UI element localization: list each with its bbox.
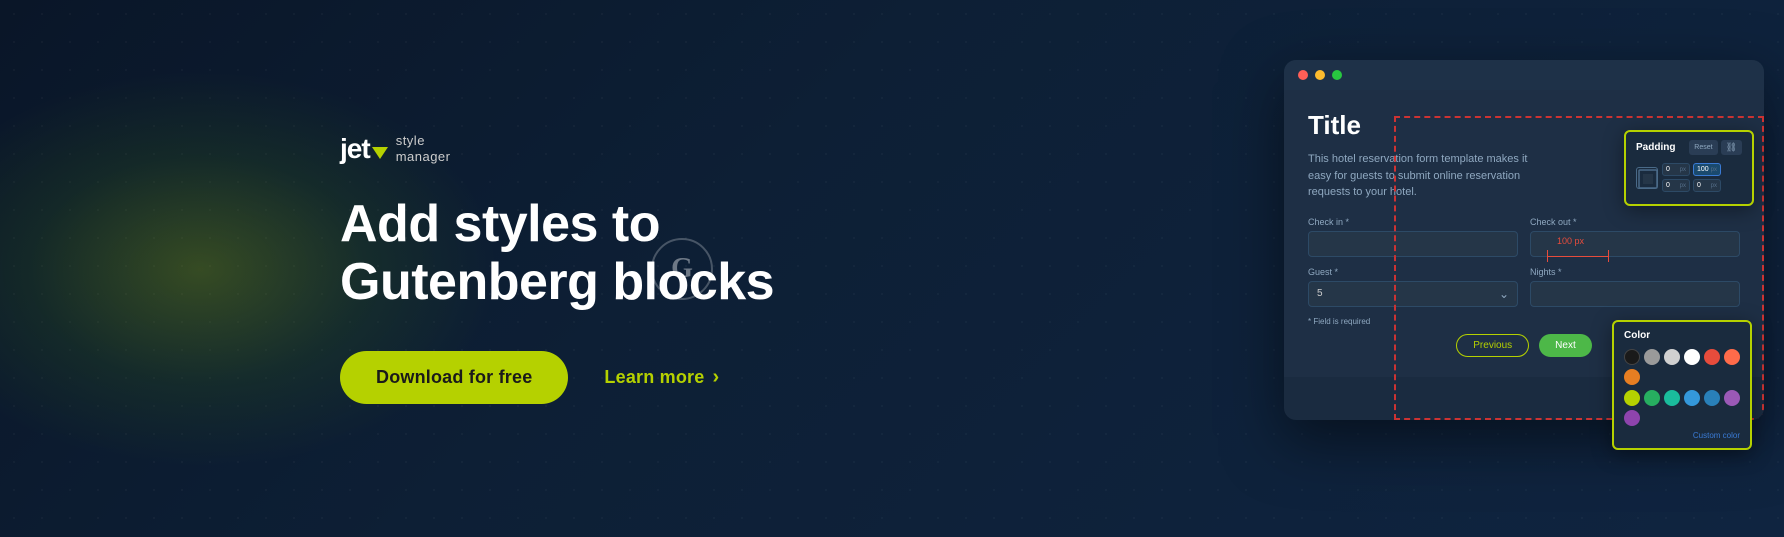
logo-arrow-icon [372,147,388,159]
guest-value: 5 [1317,288,1323,299]
learn-more-arrow: › [712,366,719,389]
swatch-light-purple[interactable] [1724,390,1740,406]
previous-button[interactable]: Previous [1456,334,1529,357]
padding-header: Padding Reset ⛓ [1636,140,1742,155]
form-group-checkin: Check in * [1308,217,1518,257]
guest-cursor-icon: ⌄ [1499,287,1509,301]
swatch-purple[interactable] [1624,410,1640,426]
checkin-input[interactable] [1308,231,1518,257]
padding-values: 0 px 100 px 0 px 0 px [1662,163,1742,192]
padding-bottom-input[interactable]: 0 px [1662,179,1690,192]
swatch-orange-red[interactable] [1724,349,1740,365]
swatch-gray[interactable] [1644,349,1660,365]
custom-color-link[interactable]: Custom color [1624,431,1740,440]
guest-label: Guest * [1308,267,1518,277]
guest-input[interactable]: 5 ⌄ [1308,281,1518,307]
padding-title: Padding [1636,142,1675,153]
right-content: Title This hotel reservation form templa… [1284,60,1764,420]
swatch-red[interactable] [1704,349,1720,365]
nights-label: Nights * [1530,267,1740,277]
logo-jet-text: jet [340,135,370,163]
padding-right-input[interactable]: 100 px [1693,163,1721,176]
download-button[interactable]: Download for free [340,351,568,404]
padding-top-input[interactable]: 0 px [1662,163,1690,176]
form-group-guest: Guest * 5 ⌄ [1308,267,1518,307]
logo: jet style manager [340,133,780,164]
nights-input[interactable] [1530,281,1740,307]
dimension-line-h [1548,256,1608,257]
padding-box-icon [1636,167,1658,189]
traffic-light-red [1298,70,1308,80]
form-description: This hotel reservation form template mak… [1308,151,1528,201]
padding-link-button[interactable]: ⛓ [1721,140,1742,155]
logo-manager-text: manager [396,149,451,165]
dimension-indicator: 100 px [1547,250,1609,262]
checkout-label: Check out * [1530,217,1740,227]
traffic-light-green [1332,70,1342,80]
color-panel: Color Custom color [1612,320,1752,450]
logo-style-text: style [396,133,451,149]
traffic-light-yellow [1315,70,1325,80]
swatch-orange[interactable] [1624,369,1640,385]
left-content: jet style manager Add styles to Gutenber… [0,133,780,404]
padding-reset-button[interactable]: Reset [1689,140,1717,155]
swatch-teal[interactable] [1664,390,1680,406]
next-button[interactable]: Next [1539,334,1592,357]
headline-line1: Add styles to [340,196,780,253]
banner: jet style manager Add styles to Gutenber… [0,0,1784,537]
dimension-label: 100 px [1557,236,1584,246]
swatch-blue[interactable] [1684,390,1700,406]
logo-sub: style manager [396,133,451,164]
color-swatches-row1 [1624,349,1740,385]
swatch-white[interactable] [1684,349,1700,365]
swatch-black[interactable] [1624,349,1640,365]
form-row-guest-nights: Guest * 5 ⌄ Nights * [1308,267,1740,307]
form-group-nights: Nights * [1530,267,1740,307]
dimension-line-right [1608,250,1609,262]
learn-more-button[interactable]: Learn more › [604,366,719,389]
cta-row: Download for free Learn more › [340,351,780,404]
color-swatches-row2 [1624,390,1740,426]
padding-left-input[interactable]: 0 px [1693,179,1721,192]
checkin-label: Check in * [1308,217,1518,227]
swatch-green-yellow[interactable] [1624,390,1640,406]
swatch-green[interactable] [1644,390,1660,406]
padding-panel: Padding Reset ⛓ 0 px [1624,130,1754,206]
logo-jet: jet [340,135,388,163]
color-panel-title: Color [1624,330,1740,341]
padding-inputs-row: 0 px 100 px 0 px 0 px [1636,163,1742,192]
swatch-dark-blue[interactable] [1704,390,1720,406]
form-row-checkin-checkout: Check in * Check out * [1308,217,1740,257]
swatch-lightgray[interactable] [1664,349,1680,365]
browser-header [1284,60,1764,90]
headline-line2: Gutenberg blocks [340,254,780,311]
learn-more-label: Learn more [604,367,704,388]
headline: Add styles to Gutenberg blocks [340,196,780,310]
